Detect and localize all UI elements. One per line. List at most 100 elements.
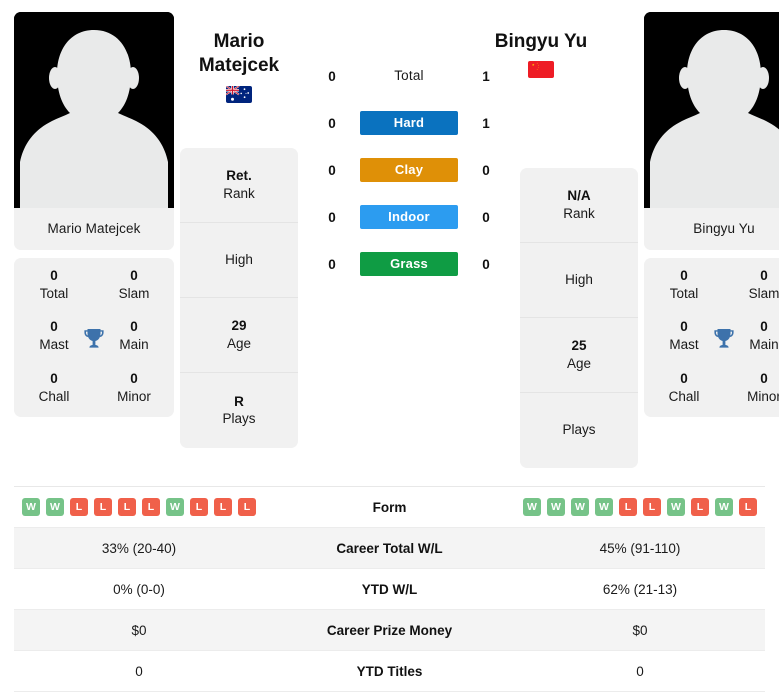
player-left-ytd-titles: 0 (135, 663, 143, 679)
player-right-career-prize-money: $0 (632, 622, 648, 638)
surface-clay-right-score: 0 (482, 162, 490, 178)
surface-clay-left-score: 0 (328, 162, 336, 178)
player-left-form-strip: WWLLLLWLLL (14, 498, 264, 516)
china-flag-icon (528, 61, 554, 79)
player-left-titles-card: 0 Total 0 Slam 0 Mast 0 Main 0 Chall 0 M… (14, 258, 174, 418)
form-result-win: W (595, 498, 613, 516)
surface-grass-badge[interactable]: Grass (360, 252, 458, 276)
titles-slam-value: 0 (760, 268, 768, 283)
player-left-ytd-wl: 0% (0-0) (113, 581, 165, 597)
info-row-high: High (180, 223, 298, 298)
player-left-column: Mario Matejcek 0 Total 0 Slam 0 Mast 0 M… (14, 12, 174, 418)
surface-hard-badge[interactable]: Hard (360, 111, 458, 135)
info-rank-label: Rank (223, 185, 255, 201)
info-row-plays: Plays (520, 393, 638, 468)
form-result-loss: L (142, 498, 160, 516)
info-rank-label: Rank (563, 205, 595, 221)
surface-clay-badge[interactable]: Clay (360, 158, 458, 182)
compare-area: Mario Matejcek 0 Total 0 Slam 0 Mast 0 M… (0, 0, 779, 468)
player-left-name-line2: Matejcek (198, 55, 280, 77)
form-result-loss: L (619, 498, 637, 516)
player-right-photo-card[interactable]: Bingyu Yu (644, 12, 779, 250)
player-right-column: Bingyu Yu 0 Total 0 Slam 0 Mast 0 Main 0… (644, 12, 779, 418)
titles-slam-value: 0 (130, 268, 138, 283)
form-result-win: W (571, 498, 589, 516)
form-result-loss: L (190, 498, 208, 516)
info-row-high: High (520, 243, 638, 318)
titles-cell-slam: 0 Slam (724, 268, 779, 302)
info-row-age: 25 Age (520, 318, 638, 393)
surface-indoor-badge[interactable]: Indoor (360, 205, 458, 229)
titles-chall-label: Chall (668, 388, 700, 404)
titles-cell-chall: 0 Chall (644, 371, 724, 405)
form-result-loss: L (238, 498, 256, 516)
trophy-icon (81, 325, 107, 351)
info-plays-label: Plays (222, 411, 256, 427)
form-result-loss: L (70, 498, 88, 516)
player-left-info-card: Ret. Rank High 29 Age R Plays (180, 148, 298, 448)
player-left-photo-card[interactable]: Mario Matejcek (14, 12, 174, 250)
player-right-career-total-wl: 45% (91-110) (599, 540, 681, 556)
titles-cell-chall: 0 Chall (14, 371, 94, 405)
info-row-rank: Ret. Rank (180, 148, 298, 223)
titles-total-value: 0 (680, 268, 688, 283)
info-row-age: 29 Age (180, 298, 298, 373)
surface-row-grass: 0 Grass 0 (304, 252, 514, 276)
form-result-win: W (166, 498, 184, 516)
titles-cell-total: 0 Total (14, 268, 94, 302)
player-right-ytd-wl: 62% (21-13) (602, 581, 678, 597)
titles-slam-label: Slam (118, 285, 150, 301)
titles-cell-total: 0 Total (644, 268, 724, 302)
titles-chall-label: Chall (38, 388, 70, 404)
player-right-info-card: N/A Rank High 25 Age Plays (520, 168, 638, 468)
stats-table: WWLLLLWLLL Form WWWWLLWLWL 33% (20-40) C… (14, 486, 765, 692)
titles-chall-value: 0 (50, 370, 58, 386)
titles-minor-label: Minor (117, 388, 151, 404)
surface-hard-right-score: 1 (482, 115, 490, 131)
titles-total-label: Total (669, 285, 699, 301)
trophy-icon (711, 325, 737, 351)
player-left-name-block: Mario Matejcek (164, 30, 314, 103)
surface-indoor-left-score: 0 (328, 209, 336, 225)
form-result-loss: L (739, 498, 757, 516)
titles-minor-label: Minor (747, 388, 779, 404)
surface-hard-left-score: 0 (328, 115, 336, 131)
titles-chall-value: 0 (680, 370, 688, 386)
form-result-loss: L (94, 498, 112, 516)
player-right-info-column: N/A Rank High 25 Age Plays (520, 12, 638, 468)
player-right-photo (644, 12, 779, 208)
form-result-win: W (22, 498, 40, 516)
player-left-career-prize-money: $0 (131, 622, 147, 638)
form-result-win: W (547, 498, 565, 516)
info-plays-label: Plays (562, 422, 596, 438)
info-plays-value: R (234, 393, 244, 409)
titles-total-value: 0 (50, 268, 58, 283)
h2h-compare-page: Mario Matejcek Bingyu Yu Mario Matejcek … (0, 0, 779, 699)
titles-minor-value: 0 (130, 370, 138, 386)
player-silhouette-icon (644, 12, 779, 208)
stat-label-career-prize-money: Career Prize Money (326, 622, 453, 638)
stat-label-form: Form (372, 499, 407, 515)
player-right-name-line1: Bingyu Yu (494, 31, 588, 52)
info-age-value: 25 (571, 338, 587, 354)
info-high-label: High (225, 251, 253, 267)
info-row-rank: N/A Rank (520, 168, 638, 243)
player-silhouette-icon (14, 12, 174, 208)
surface-indoor-right-score: 0 (482, 209, 490, 225)
form-result-loss: L (691, 498, 709, 516)
player-right-photo-caption: Bingyu Yu (644, 208, 779, 250)
titles-total-label: Total (39, 285, 69, 301)
surface-row-indoor: 0 Indoor 0 (304, 205, 514, 229)
form-result-win: W (715, 498, 733, 516)
titles-cell-minor: 0 Minor (724, 371, 779, 405)
surface-row-clay: 0 Clay 0 (304, 158, 514, 182)
form-result-win: W (523, 498, 541, 516)
form-result-win: W (46, 498, 64, 516)
titles-slam-label: Slam (748, 285, 779, 301)
info-row-plays: R Plays (180, 373, 298, 448)
surface-grass-right-score: 0 (482, 256, 490, 272)
surface-total-label: Total (394, 68, 424, 83)
stat-row-ytd-titles: 0 YTD Titles 0 (14, 651, 765, 692)
info-high-label: High (565, 271, 593, 287)
titles-cell-slam: 0 Slam (94, 268, 174, 302)
